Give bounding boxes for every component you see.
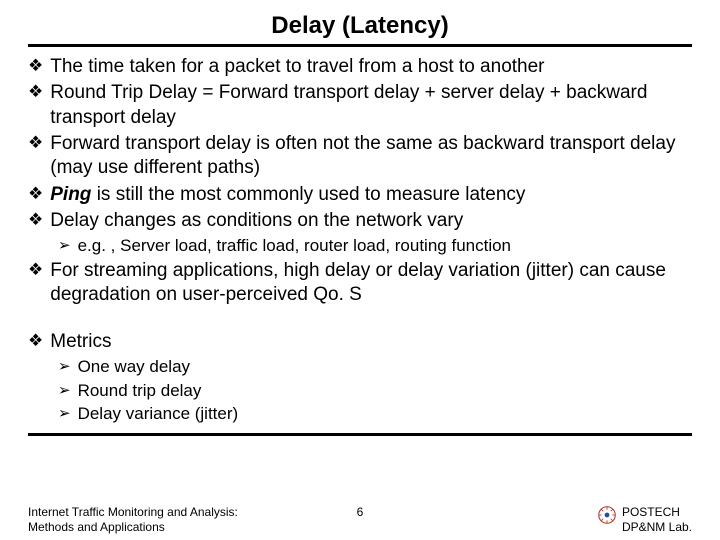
arrow-bullet-icon: ➢: [58, 356, 71, 378]
sub-bullet-text: One way delay: [78, 356, 692, 378]
sub-bullet-item: ➢ Round trip delay: [58, 380, 692, 402]
diamond-bullet-icon: ❖: [28, 55, 43, 79]
arrow-bullet-icon: ➢: [58, 235, 71, 257]
diamond-bullet-icon: ❖: [28, 132, 43, 181]
bullet-item: ❖ The time taken for a packet to travel …: [28, 55, 692, 79]
postech-logo-icon: [598, 506, 616, 524]
arrow-bullet-icon: ➢: [58, 403, 71, 425]
bullet-text: Forward transport delay is often not the…: [50, 132, 692, 181]
bullet-text: Delay changes as conditions on the netwo…: [50, 209, 692, 233]
sub-bullet-item: ➢ e.g. , Server load, traffic load, rout…: [58, 235, 692, 257]
bullet-text-rest: is still the most commonly used to measu…: [91, 184, 525, 205]
sub-bullet-text: Round trip delay: [78, 380, 692, 402]
top-rule: [28, 44, 692, 47]
diamond-bullet-icon: ❖: [28, 330, 43, 354]
footer-left-line2: Methods and Applications: [28, 520, 330, 534]
footer-right-text: POSTECH DP&NM Lab.: [622, 505, 692, 534]
arrow-bullet-icon: ➢: [58, 380, 71, 402]
ping-term: Ping: [50, 184, 91, 205]
diamond-bullet-icon: ❖: [28, 209, 43, 233]
bottom-rule: [28, 433, 692, 436]
sub-bullet-item: ➢ Delay variance (jitter): [58, 403, 692, 425]
bullet-text: The time taken for a packet to travel fr…: [50, 55, 692, 79]
footer-left-line1: Internet Traffic Monitoring and Analysis…: [28, 505, 330, 519]
bullet-text: Round Trip Delay = Forward transport del…: [50, 81, 692, 130]
bullet-item: ❖ Delay changes as conditions on the net…: [28, 209, 692, 233]
bullet-item: ❖ For streaming applications, high delay…: [28, 259, 692, 308]
slide-content: ❖ The time taken for a packet to travel …: [28, 55, 692, 436]
slide-title: Delay (Latency): [28, 12, 692, 40]
sub-bullet-item: ➢ One way delay: [58, 356, 692, 378]
bullet-item: ❖ Forward transport delay is often not t…: [28, 132, 692, 181]
footer-left: Internet Traffic Monitoring and Analysis…: [28, 505, 330, 534]
footer-right: POSTECH DP&NM Lab.: [390, 505, 692, 534]
bullet-item: ❖ Round Trip Delay = Forward transport d…: [28, 81, 692, 130]
bullet-text: For streaming applications, high delay o…: [50, 259, 692, 308]
footer-right-line1: POSTECH: [622, 505, 692, 519]
sub-bullet-text: Delay variance (jitter): [78, 403, 692, 425]
diamond-bullet-icon: ❖: [28, 259, 43, 308]
footer: Internet Traffic Monitoring and Analysis…: [0, 505, 720, 534]
bullet-text: Ping is still the most commonly used to …: [50, 183, 692, 207]
bullet-item: ❖ Ping is still the most commonly used t…: [28, 183, 692, 207]
sub-bullet-text: e.g. , Server load, traffic load, router…: [78, 235, 692, 257]
diamond-bullet-icon: ❖: [28, 183, 43, 207]
bullet-text: Metrics: [50, 330, 692, 354]
page-number: 6: [330, 505, 390, 519]
slide: Delay (Latency) ❖ The time taken for a p…: [0, 0, 720, 540]
diamond-bullet-icon: ❖: [28, 81, 43, 130]
vertical-spacer: [28, 310, 692, 328]
footer-right-line2: DP&NM Lab.: [622, 520, 692, 534]
bullet-item: ❖ Metrics: [28, 330, 692, 354]
